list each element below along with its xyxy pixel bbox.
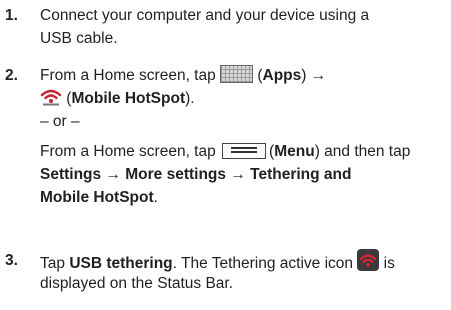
step-2-line-1: From a Home screen, tap (Apps) →	[40, 65, 327, 84]
apps-label: Apps	[262, 67, 302, 84]
step-2-alt-line-1: From a Home screen, tap (Menu) and then …	[40, 143, 411, 160]
text-segment: and then tap	[324, 143, 411, 160]
tethering-active-icon	[357, 249, 380, 271]
menu-icon	[222, 143, 267, 159]
settings-path-line-2: Mobile HotSpot.	[40, 189, 158, 206]
step-number: 3.	[5, 252, 18, 269]
mobile-hotspot-icon	[40, 89, 62, 106]
apps-grid-icon	[220, 65, 254, 83]
hotspot-label: Mobile HotSpot	[71, 90, 186, 107]
step-text: From a Home screen, tap (Apps) → (Mobile…	[40, 64, 447, 209]
text-segment: is	[383, 255, 395, 272]
settings-path-end: Mobile HotSpot	[40, 189, 154, 206]
step-3-line-2: displayed on the Status Bar.	[40, 275, 234, 292]
step-1-line-1: Connect your computer and your device us…	[40, 7, 370, 24]
or-separator: – or –	[40, 113, 80, 130]
step-3-line-1: Tap USB tethering. The Tethering active …	[40, 249, 447, 272]
instruction-list: 1. Connect your computer and your device…	[0, 0, 451, 310]
text-segment: From a Home screen, tap	[40, 143, 216, 160]
settings-path-line-1: Settings → More settings → Tethering and	[40, 166, 352, 183]
text-segment: From a Home screen, tap	[40, 67, 216, 84]
menu-label: Menu	[274, 143, 315, 160]
step-2-line-2: (Mobile HotSpot).	[40, 87, 447, 110]
arrow: →	[310, 67, 327, 84]
usb-tethering-label: USB tethering	[69, 255, 173, 272]
text-segment: Tap	[40, 255, 65, 272]
step-text: Connect your computer and your device us…	[40, 4, 447, 50]
step-1-line-2: USB cable.	[40, 30, 118, 47]
step-number: 1.	[5, 7, 18, 24]
step-number: 2.	[5, 67, 18, 84]
text-segment: . The Tethering active icon	[172, 255, 354, 272]
step-text: Tap USB tethering. The Tethering active …	[40, 249, 447, 295]
